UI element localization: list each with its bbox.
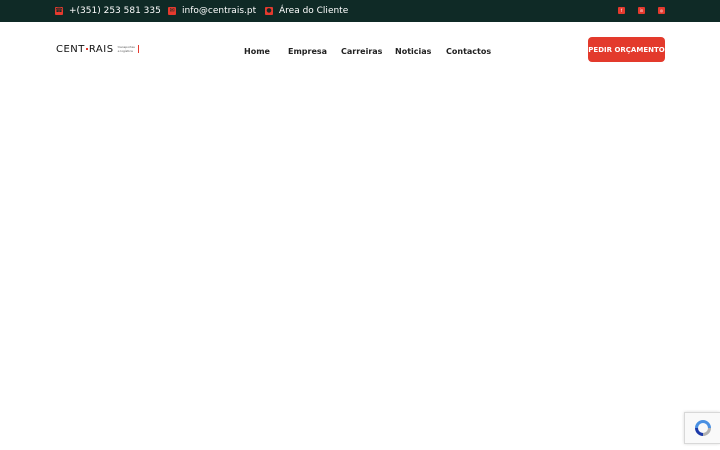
email-icon: ✉: [168, 7, 176, 15]
phone-link[interactable]: ☎ +(351) 253 581 335: [55, 0, 161, 22]
nav-empresa[interactable]: Empresa: [288, 44, 327, 58]
facebook-icon[interactable]: f: [618, 7, 625, 14]
main-header: CENT RAIS transportes e logística Home E…: [0, 22, 720, 78]
email-link[interactable]: ✉ info@centrais.pt: [168, 0, 256, 22]
phone-icon: ☎: [55, 7, 63, 15]
client-area-link[interactable]: ● Área do Cliente: [265, 0, 348, 22]
nav-carreiras[interactable]: Carreiras: [341, 44, 382, 58]
client-area-label: Área do Cliente: [279, 6, 349, 16]
user-icon: ●: [265, 7, 273, 15]
logo-dot: [85, 48, 88, 50]
nav-home[interactable]: Home: [244, 44, 270, 58]
top-bar: ☎ +(351) 253 581 335 ✉ info@centrais.pt …: [0, 0, 720, 22]
logo-accent-bar: [137, 45, 139, 53]
instagram-icon[interactable]: ◎: [658, 7, 665, 14]
logo-tagline: transportes e logística: [118, 45, 135, 53]
linkedin-icon[interactable]: in: [638, 7, 645, 14]
email-address: info@centrais.pt: [182, 6, 257, 16]
logo-word-left: CENT: [56, 43, 85, 55]
logo-word-right: RAIS: [88, 43, 114, 55]
recaptcha-icon: [694, 420, 711, 436]
request-quote-button[interactable]: PEDIR ORÇAMENTO: [588, 37, 665, 62]
site-logo[interactable]: CENT RAIS transportes e logística: [56, 39, 139, 59]
nav-noticias[interactable]: Noticias: [395, 44, 431, 58]
nav-contactos[interactable]: Contactos: [446, 44, 491, 58]
logo-tagline-line2: e logística: [117, 49, 133, 53]
recaptcha-badge[interactable]: [684, 412, 720, 444]
phone-number: +(351) 253 581 335: [69, 6, 161, 16]
